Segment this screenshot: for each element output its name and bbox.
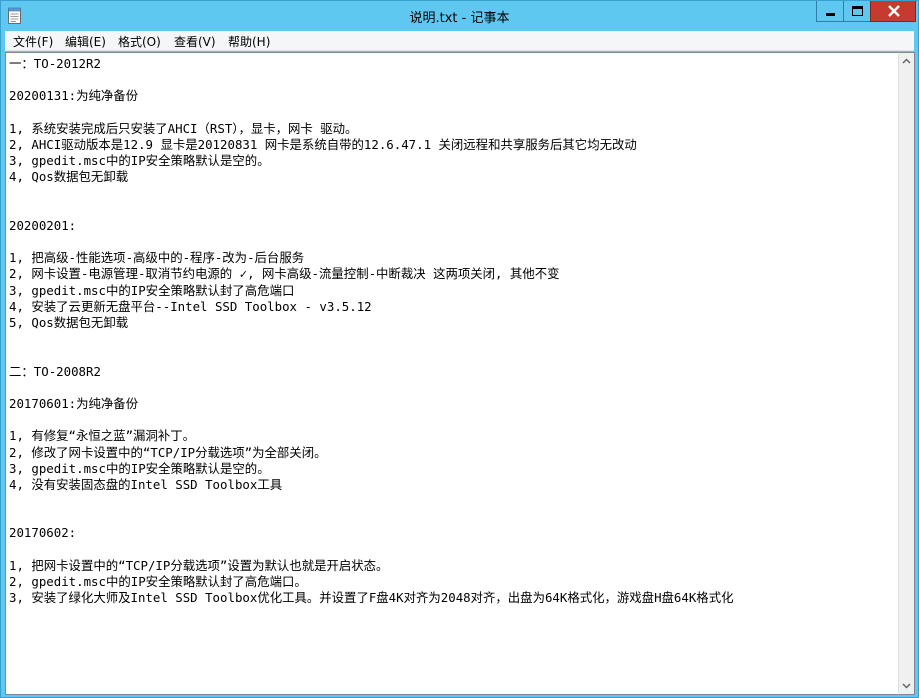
scroll-down-button[interactable] <box>899 677 914 694</box>
text-line[interactable]: 一：TO-2012R2 <box>9 56 898 72</box>
menu-file[interactable]: 文件(F) <box>10 33 56 50</box>
close-icon <box>888 5 900 17</box>
menu-edit[interactable]: 编辑(E) <box>62 33 109 50</box>
text-line[interactable]: 2, AHCI驱动版本是12.9 显卡是20120831 网卡是系统自带的12.… <box>9 137 898 153</box>
text-line[interactable]: 1, 把网卡设置中的“TCP/IP分载选项”设置为默认也就是开启状态。 <box>9 558 898 574</box>
text-line[interactable] <box>9 105 898 121</box>
chevron-down-icon <box>902 683 911 689</box>
text-line[interactable]: 2, gpedit.msc中的IP安全策略默认封了高危端口。 <box>9 574 898 590</box>
text-line[interactable]: 2, 网卡设置-电源管理-取消节约电源的 ✓, 网卡高级-流量控制-中断裁决 这… <box>9 266 898 282</box>
text-line[interactable] <box>9 186 898 202</box>
text-line[interactable] <box>9 202 898 218</box>
menu-view[interactable]: 查看(V) <box>171 33 219 50</box>
text-line[interactable]: 5, Qos数据包无卸载 <box>9 315 898 331</box>
text-line[interactable]: 4, 没有安装固态盘的Intel SSD Toolbox工具 <box>9 477 898 493</box>
text-line[interactable]: 20200201: <box>9 218 898 234</box>
window-title: 说明.txt - 记事本 <box>409 11 510 26</box>
text-line[interactable]: 3, gpedit.msc中的IP安全策略默认封了高危端口 <box>9 283 898 299</box>
text-line[interactable]: 2, 修改了网卡设置中的“TCP/IP分载选项”为全部关闭。 <box>9 445 898 461</box>
text-line[interactable]: 20200131:为纯净备份 <box>9 88 898 104</box>
text-line[interactable] <box>9 331 898 347</box>
scroll-up-button[interactable] <box>899 53 914 70</box>
title-bar[interactable]: 说明.txt - 记事本 <box>1 1 918 31</box>
text-line[interactable]: 4, 安装了云更新无盘平台--Intel SSD Toolbox - v3.5.… <box>9 299 898 315</box>
close-button[interactable] <box>870 1 916 22</box>
chevron-up-icon <box>902 58 911 64</box>
document-text[interactable]: 一：TO-2012R2 20200131:为纯净备份 1, 系统安装完成后只安装了A… <box>9 56 898 694</box>
text-line[interactable]: 20170601:为纯净备份 <box>9 396 898 412</box>
minimize-icon <box>826 13 835 16</box>
text-line[interactable] <box>9 72 898 88</box>
maximize-icon <box>852 6 863 16</box>
text-line[interactable]: 二：TO-2008R2 <box>9 364 898 380</box>
text-editor[interactable]: 一：TO-2012R2 20200131:为纯净备份 1, 系统安装完成后只安装了A… <box>5 52 898 695</box>
text-line[interactable]: 3, 安装了绿化大师及Intel SSD Toolbox优化工具。并设置了F盘4… <box>9 590 898 606</box>
scroll-track[interactable] <box>899 70 914 677</box>
menu-help[interactable]: 帮助(H) <box>225 33 273 50</box>
text-line[interactable] <box>9 493 898 509</box>
maximize-button[interactable] <box>843 1 870 22</box>
menu-bar: 文件(F) 编辑(E) 格式(O) 查看(V) 帮助(H) <box>5 31 914 51</box>
text-line[interactable]: 20170602: <box>9 525 898 541</box>
text-line[interactable] <box>9 542 898 558</box>
text-line[interactable] <box>9 509 898 525</box>
minimize-button[interactable] <box>816 1 843 22</box>
text-line[interactable]: 4, Qos数据包无卸载 <box>9 169 898 185</box>
notepad-window: 说明.txt - 记事本 文件(F) 编辑(E) 格式(O) 查看(V) 帮助(… <box>0 0 919 698</box>
text-line[interactable] <box>9 412 898 428</box>
text-line[interactable] <box>9 380 898 396</box>
vertical-scrollbar[interactable] <box>898 52 915 695</box>
text-line[interactable]: 1, 有修复“永恒之蓝”漏洞补丁。 <box>9 428 898 444</box>
text-line[interactable] <box>9 234 898 250</box>
text-line[interactable]: 3, gpedit.msc中的IP安全策略默认是空的。 <box>9 461 898 477</box>
text-line[interactable]: 3, gpedit.msc中的IP安全策略默认是空的。 <box>9 153 898 169</box>
text-line[interactable]: 1, 把高级-性能选项-高级中的-程序-改为-后台服务 <box>9 250 898 266</box>
text-line[interactable] <box>9 347 898 363</box>
menu-format[interactable]: 格式(O) <box>115 33 164 50</box>
text-line[interactable]: 1, 系统安装完成后只安装了AHCI（RST），显卡，网卡 驱动。 <box>9 121 898 137</box>
